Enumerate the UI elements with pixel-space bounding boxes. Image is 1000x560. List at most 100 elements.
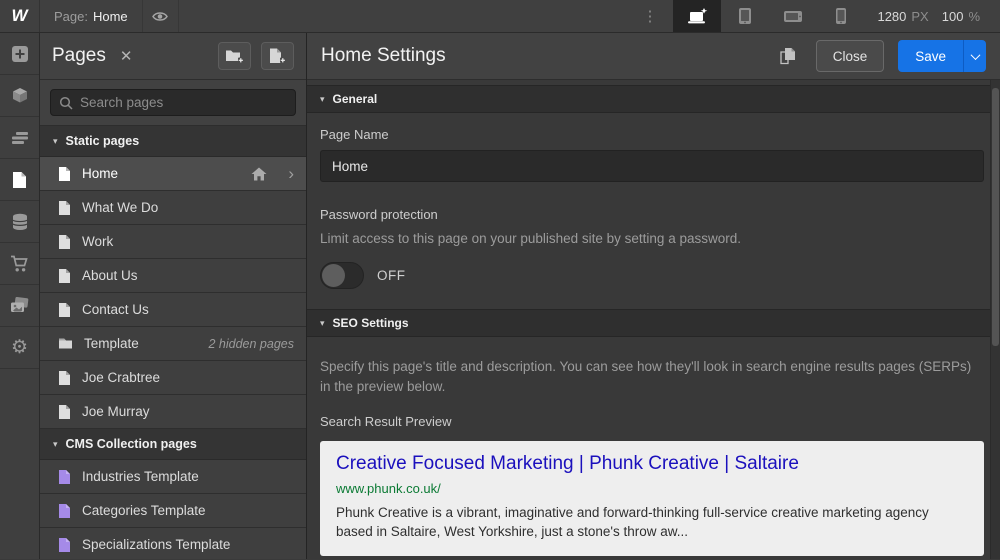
page-icon [59, 302, 70, 317]
webflow-logo-icon[interactable]: W [0, 0, 40, 32]
navigator-icon [11, 132, 28, 144]
add-folder-button[interactable] [218, 42, 251, 70]
serp-preview-card: Creative Focused Marketing | Phunk Creat… [320, 441, 984, 556]
breakpoint-tablet-button[interactable] [721, 0, 769, 32]
breakpoint-desktop-button[interactable] [673, 0, 722, 32]
settings-button[interactable]: ⚙ [0, 327, 39, 369]
page-row-home[interactable]: Home › [40, 157, 306, 191]
page-icon [59, 234, 70, 249]
seo-section-header[interactable]: ▾ SEO Settings [307, 309, 1000, 337]
canvas-zoom-value: 100 [941, 8, 964, 24]
toggle-knob [322, 264, 345, 287]
caret-down-icon: ▾ [53, 438, 58, 449]
symbols-button[interactable] [0, 75, 39, 117]
page-row-template-folder[interactable]: Template 2 hidden pages [40, 327, 306, 361]
more-options-button[interactable]: ⋮ [626, 0, 673, 32]
canvas-width-unit: PX [911, 8, 929, 24]
pages-panel: Pages ✕ Search pages ▾ Static pages Home… [40, 33, 307, 559]
plus-icon [11, 45, 28, 62]
canvas-size-indicator[interactable]: 1280 PX 100 % [865, 0, 1000, 32]
settings-title: Home Settings [321, 45, 446, 66]
caret-down-icon: ▾ [53, 135, 58, 146]
toggle-state-label: OFF [377, 268, 406, 283]
pages-panel-header: Pages ✕ [40, 33, 306, 80]
password-protection-help: Limit access to this page on your publis… [320, 231, 741, 246]
page-row-work[interactable]: Work [40, 225, 306, 259]
settings-content: ▾ General Page Name Password protection … [307, 80, 1000, 559]
page-row-label: Joe Murray [82, 404, 150, 419]
page-row-specializations-template[interactable]: Specializations Template [40, 528, 306, 559]
cms-button[interactable] [0, 201, 39, 243]
page-row-label: Work [82, 234, 114, 249]
pages-button-active[interactable] [0, 159, 39, 201]
settings-scrollbar-thumb[interactable] [992, 88, 999, 346]
eye-icon [152, 11, 169, 21]
assets-button[interactable] [0, 285, 39, 327]
breakpoint-mobile-portrait-button[interactable] [817, 0, 865, 32]
page-plus-icon [270, 48, 286, 63]
page-icon [59, 370, 70, 385]
settings-header: Home Settings Close Save [307, 33, 1000, 80]
save-options-button[interactable] [963, 40, 986, 72]
tablet-icon [739, 8, 752, 24]
top-toolbar: W Page: Home ⋮ 1280 PX 100 % [0, 0, 1000, 33]
page-row-joe-crabtree[interactable]: Joe Crabtree [40, 361, 306, 395]
ecommerce-button[interactable] [0, 243, 39, 285]
close-button-label: Close [832, 48, 868, 64]
page-row-label: Categories Template [82, 503, 206, 518]
search-result-preview-label: Search Result Preview [320, 414, 452, 429]
page-row-label: What We Do [82, 200, 159, 215]
general-section-header[interactable]: ▾ General [307, 85, 1000, 113]
page-row-contact-us[interactable]: Contact Us [40, 293, 306, 327]
add-elements-button[interactable] [0, 33, 39, 75]
page-row-about-us[interactable]: About Us [40, 259, 306, 293]
left-tool-rail: ⚙ [0, 33, 40, 559]
preview-button[interactable] [143, 0, 179, 32]
cms-page-icon [59, 469, 70, 484]
static-pages-section-header[interactable]: ▾ Static pages [40, 126, 306, 157]
close-panel-icon[interactable]: ✕ [120, 47, 133, 65]
page-row-what-we-do[interactable]: What We Do [40, 191, 306, 225]
caret-down-icon: ▾ [320, 317, 325, 328]
page-name-input[interactable] [320, 150, 984, 182]
page-row-categories-template[interactable]: Categories Template [40, 494, 306, 528]
cms-page-icon [59, 503, 70, 518]
pages-search-box[interactable] [50, 89, 296, 116]
duplicate-page-button[interactable] [774, 42, 802, 70]
page-row-industries-template[interactable]: Industries Template [40, 460, 306, 494]
seo-section-body: Specify this page's title and descriptio… [307, 337, 1000, 559]
password-protection-toggle[interactable] [320, 262, 364, 289]
navigator-button[interactable] [0, 117, 39, 159]
settings-scrollbar-track[interactable] [990, 80, 1000, 559]
general-section-label: General [332, 92, 378, 106]
seo-section-label: SEO Settings [332, 316, 409, 330]
cart-icon [11, 255, 28, 271]
canvas-width-value: 1280 [877, 8, 907, 24]
breakpoint-mobile-landscape-button[interactable] [769, 0, 817, 32]
chevron-right-icon[interactable]: › [288, 165, 294, 182]
cms-collection-section-header[interactable]: ▾ CMS Collection pages [40, 429, 306, 460]
page-row-label: Home [82, 166, 119, 181]
page-row-joe-murray[interactable]: Joe Murray [40, 395, 306, 429]
page-row-label: Joe Crabtree [82, 370, 161, 385]
save-button[interactable]: Save [898, 40, 963, 72]
close-button[interactable]: Close [815, 40, 885, 72]
page-row-label: Contact Us [82, 302, 149, 317]
cms-pages-label: CMS Collection pages [65, 437, 197, 451]
page-indicator-label: Page: [54, 8, 88, 24]
search-pages-input[interactable] [80, 95, 287, 110]
serp-title: Creative Focused Marketing | Phunk Creat… [336, 453, 799, 474]
canvas-zoom-unit: % [968, 8, 980, 24]
database-icon [12, 213, 27, 230]
seo-help-text: Specify this page's title and descriptio… [320, 359, 972, 394]
laptop-star-icon [687, 7, 708, 23]
pages-panel-actions [218, 42, 294, 70]
page-row-label: Template [84, 336, 139, 351]
page-icon [59, 404, 70, 419]
serp-description: Phunk Creative is a vibrant, imaginative… [336, 505, 929, 539]
current-page-indicator[interactable]: Page: Home [40, 0, 143, 32]
serp-url: www.phunk.co.uk/ [336, 481, 441, 496]
pages-search-row [40, 80, 306, 126]
add-page-button[interactable] [261, 42, 294, 70]
pages-panel-title: Pages [52, 45, 106, 66]
